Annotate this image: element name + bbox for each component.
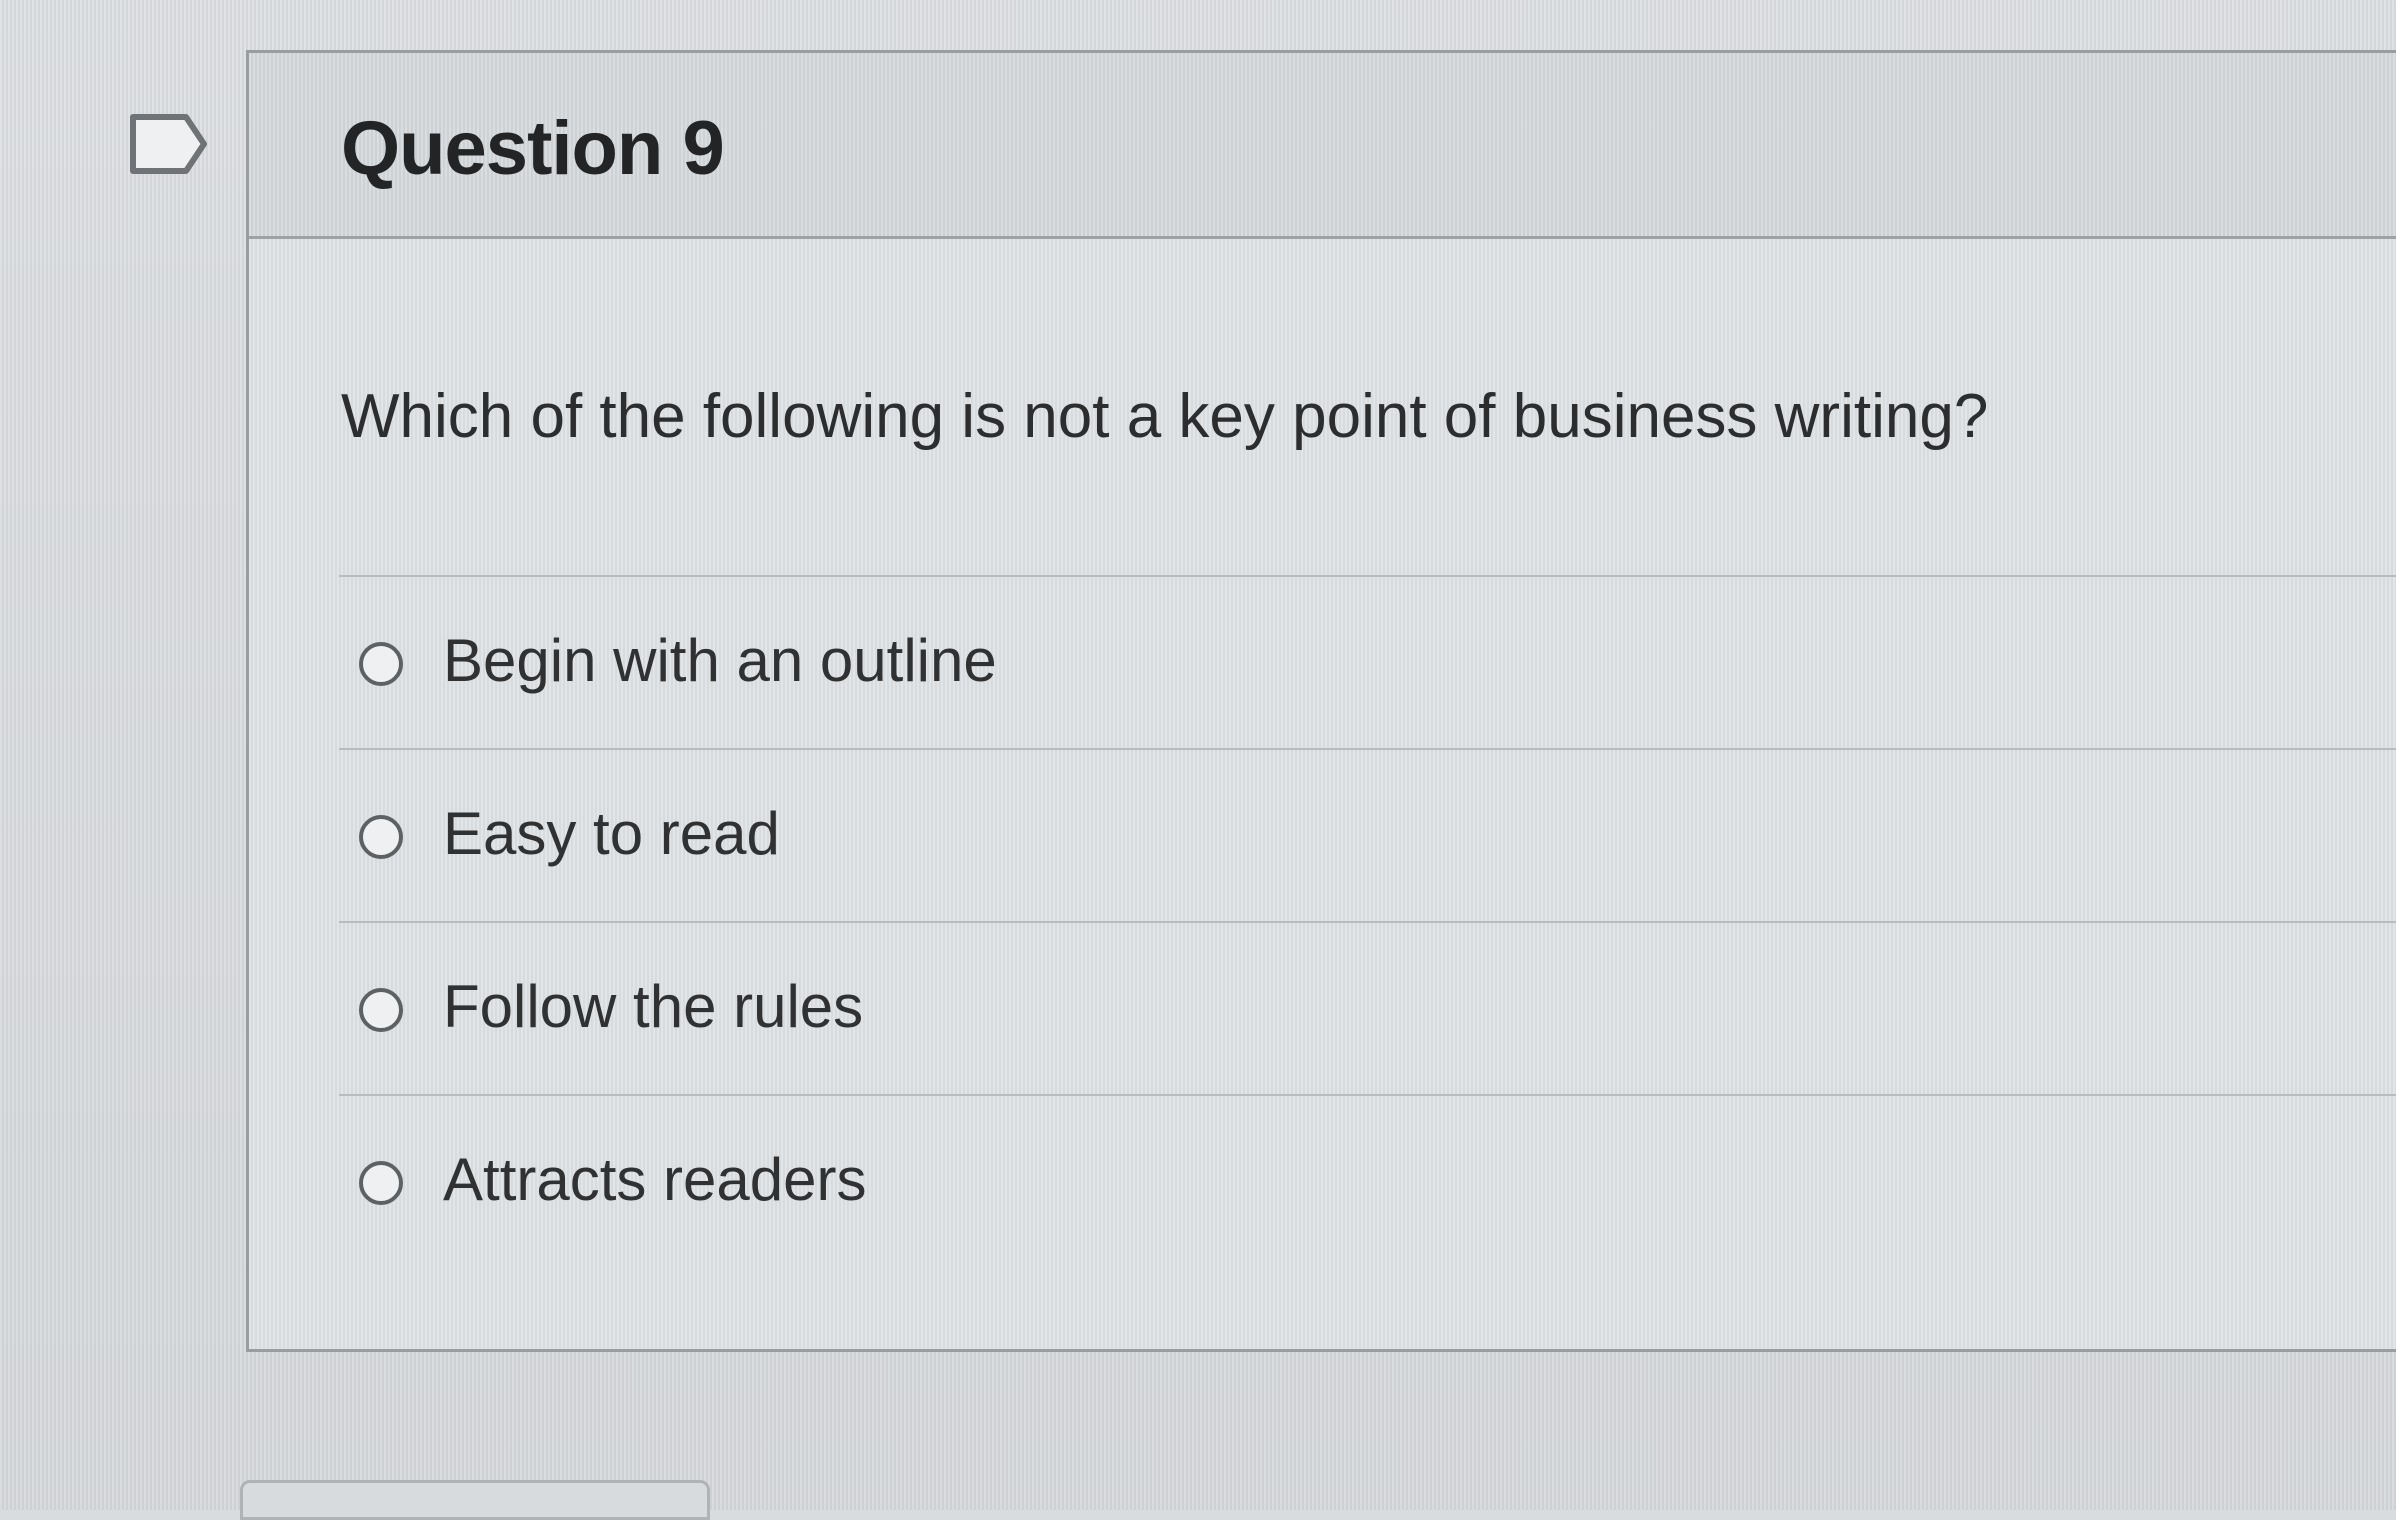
answer-option[interactable]: Easy to read <box>339 748 2396 921</box>
answer-label: Easy to read <box>443 800 780 867</box>
answer-option[interactable]: Attracts readers <box>339 1094 2396 1267</box>
answer-option[interactable]: Follow the rules <box>339 921 2396 1094</box>
radio-button-icon[interactable] <box>359 815 403 859</box>
flag-outline-icon <box>130 114 207 174</box>
radio-button-icon[interactable] <box>359 1161 403 1205</box>
radio-button-icon[interactable] <box>359 988 403 1032</box>
next-question-card-edge <box>240 1480 710 1520</box>
answer-label: Follow the rules <box>443 973 864 1040</box>
answer-list: Begin with an outline Easy to read Follo… <box>339 575 2396 1267</box>
question-card: Question 9 Which of the following is not… <box>246 50 2396 1352</box>
answer-label: Begin with an outline <box>443 627 997 694</box>
question-prompt: Which of the following is not a key poin… <box>341 382 1989 451</box>
question-title: Question 9 <box>341 106 725 191</box>
answer-label: Attracts readers <box>443 1146 867 1213</box>
radio-button-icon[interactable] <box>359 642 403 686</box>
question-header: Question 9 <box>249 53 2396 239</box>
flag-question-button[interactable] <box>128 112 210 176</box>
answer-option[interactable]: Begin with an outline <box>339 575 2396 748</box>
